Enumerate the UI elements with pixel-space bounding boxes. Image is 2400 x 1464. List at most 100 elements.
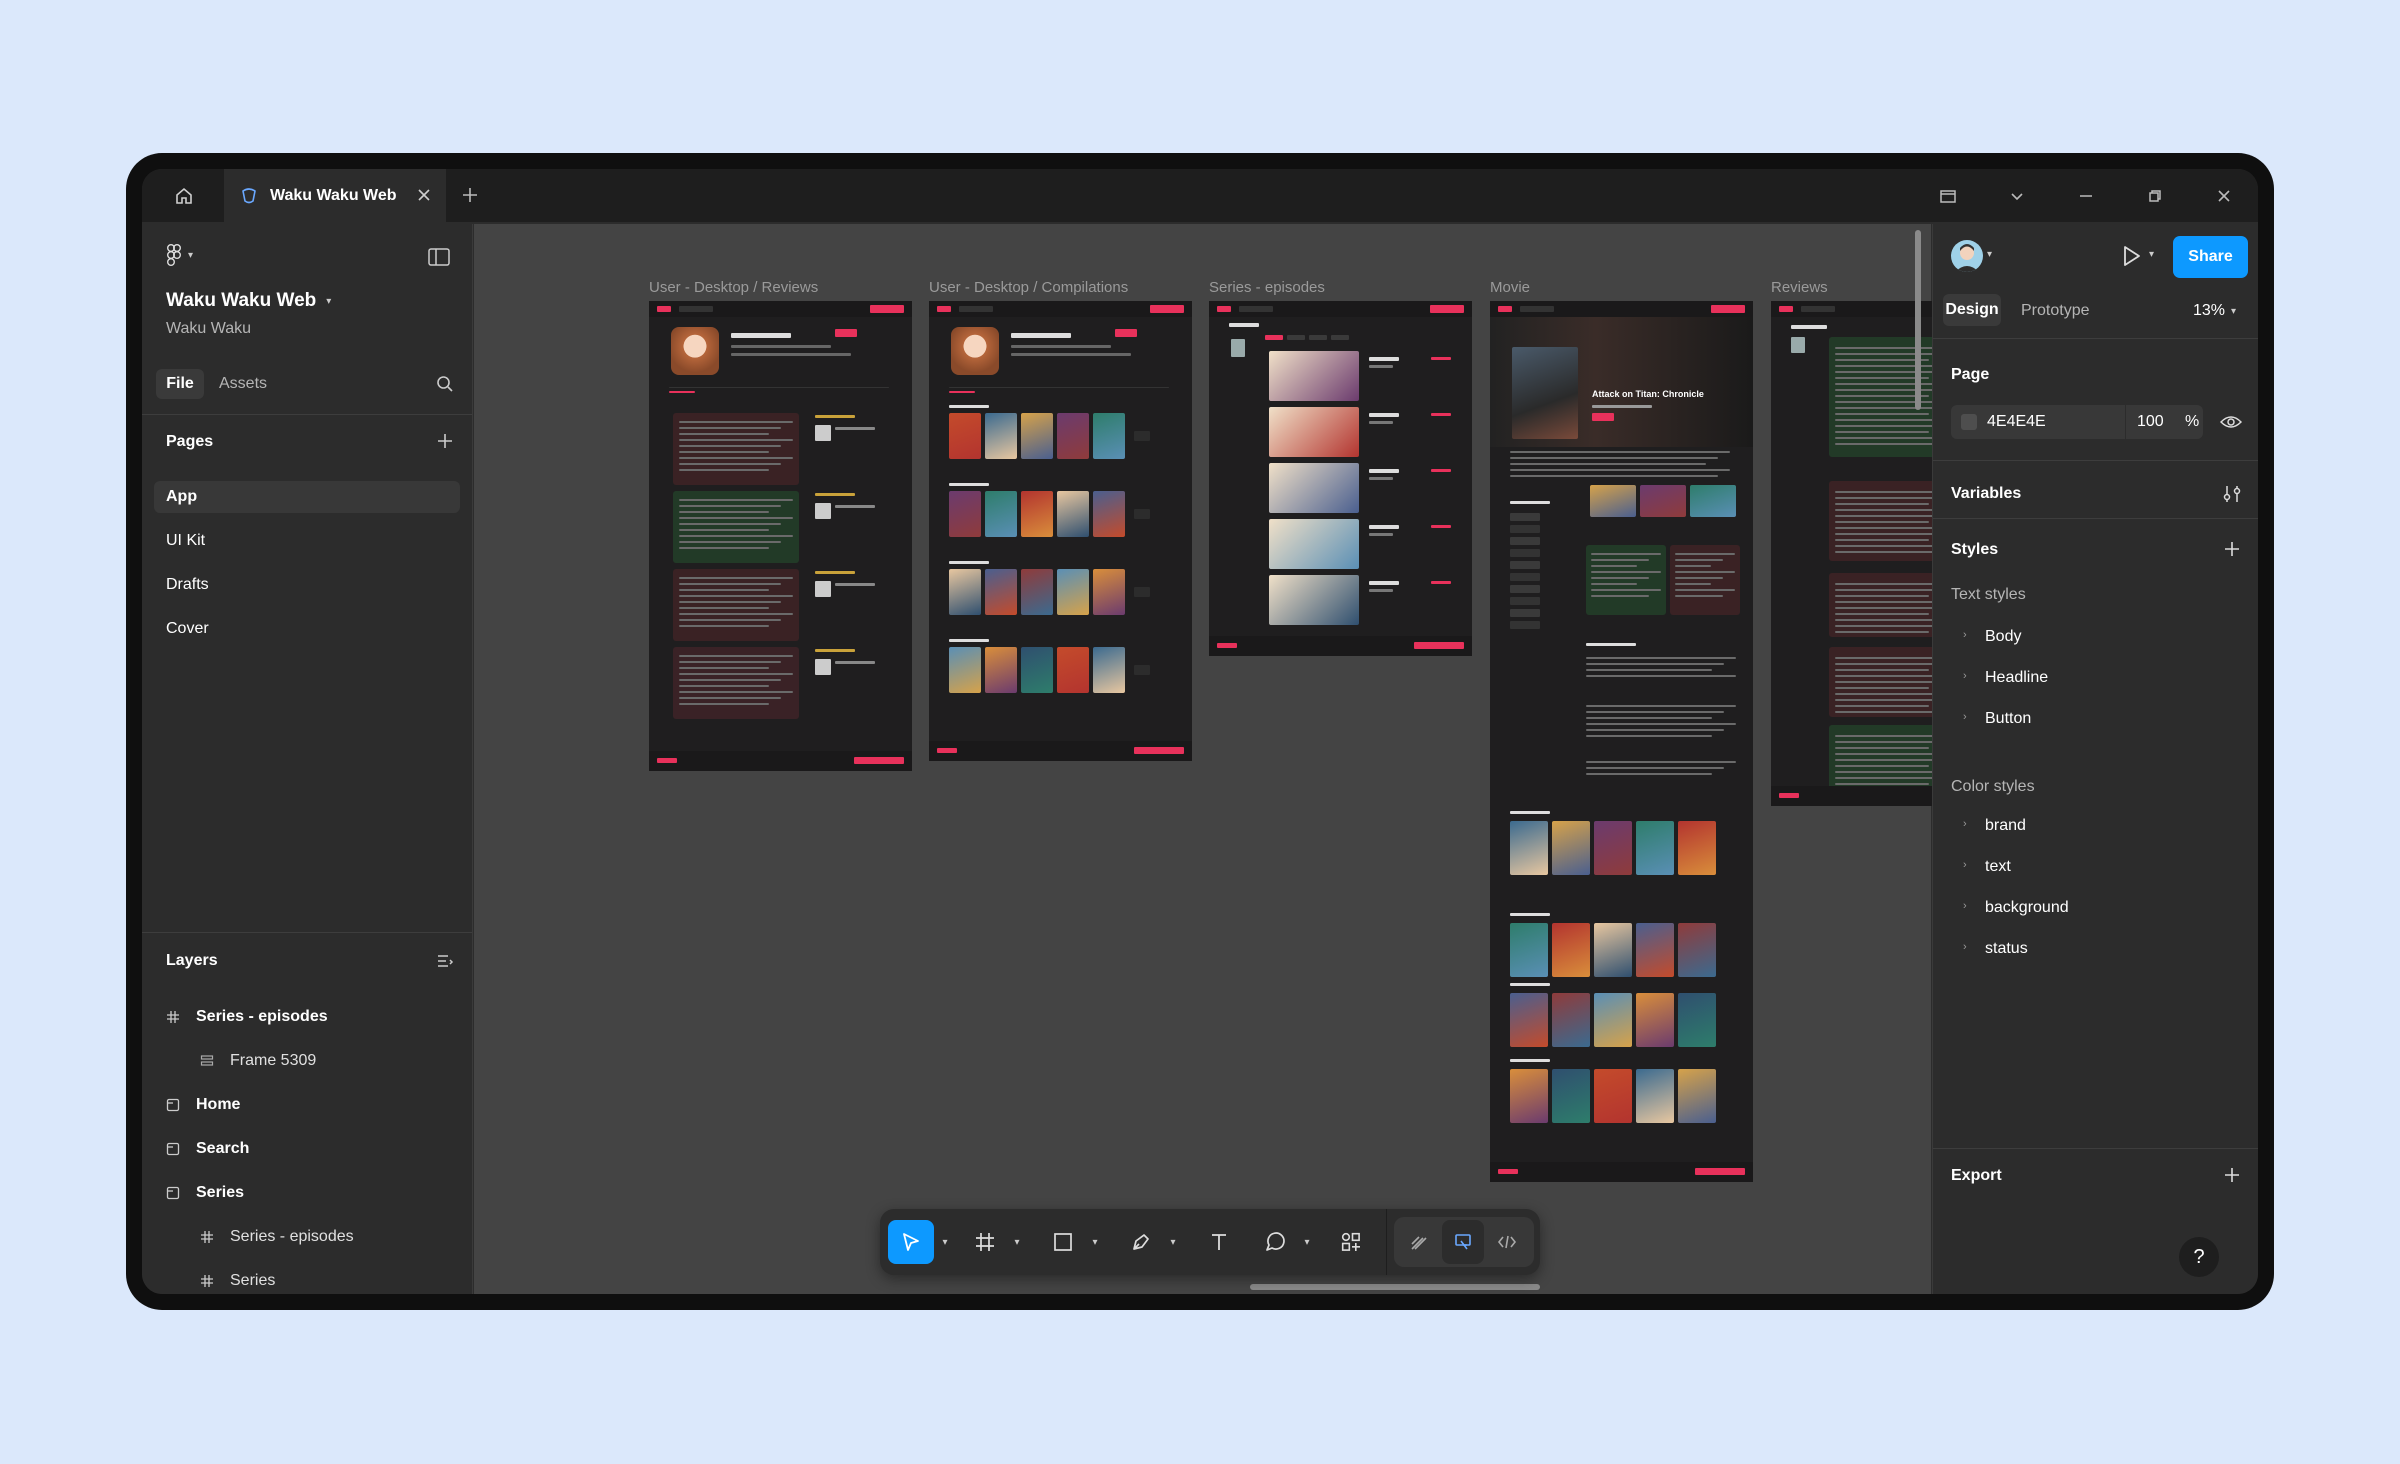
present-icon[interactable] bbox=[2119, 244, 2143, 268]
page-item-label: Drafts bbox=[166, 576, 209, 593]
add-export-icon[interactable] bbox=[2223, 1166, 2241, 1184]
window-controls bbox=[1913, 169, 2258, 223]
shape-tool-chevron[interactable]: ▾ bbox=[1086, 1220, 1104, 1264]
page-item[interactable]: Drafts bbox=[154, 569, 460, 601]
autolayout-icon bbox=[200, 1054, 214, 1068]
main-menu-button[interactable]: ▾ bbox=[166, 244, 193, 266]
close-tab-icon[interactable] bbox=[416, 187, 432, 203]
frame-tool-button[interactable] bbox=[962, 1220, 1008, 1264]
layer-item[interactable]: Series - episodes bbox=[142, 1000, 472, 1034]
comment-tool-button[interactable] bbox=[1252, 1220, 1298, 1264]
frame-episodes[interactable] bbox=[1209, 301, 1472, 656]
design-mode-button[interactable] bbox=[1442, 1220, 1484, 1264]
cast-row bbox=[1510, 597, 1540, 605]
add-page-icon[interactable] bbox=[436, 432, 454, 450]
text-tool-button[interactable] bbox=[1196, 1220, 1242, 1264]
chevron-right-icon[interactable]: › bbox=[1963, 670, 1967, 682]
text-line bbox=[679, 547, 769, 549]
frame-label[interactable]: User - Desktop / Compilations bbox=[929, 279, 1128, 296]
file-name[interactable]: Waku Waku Web ▾ bbox=[166, 290, 331, 312]
layer-item[interactable]: Series - episodes bbox=[142, 1220, 472, 1254]
layer-item[interactable]: Series bbox=[142, 1264, 472, 1294]
page-color-field[interactable]: 4E4E4E 100 % bbox=[1951, 405, 2203, 439]
home-button[interactable] bbox=[154, 169, 214, 223]
frame-label[interactable]: Movie bbox=[1490, 279, 1530, 296]
canvas[interactable]: User - Desktop / Reviews User - Desktop /… bbox=[474, 224, 2034, 1294]
layer-item-label: Series bbox=[196, 1184, 245, 1201]
page-item[interactable]: Cover bbox=[154, 613, 460, 645]
layer-item[interactable]: Search bbox=[142, 1132, 472, 1166]
field-divider bbox=[2125, 405, 2126, 439]
move-tool-button[interactable] bbox=[888, 1220, 934, 1264]
page-opacity-value[interactable]: 100 bbox=[2137, 413, 2164, 431]
style-item[interactable]: › Button bbox=[1947, 704, 2245, 734]
pen-tool-button[interactable] bbox=[1118, 1220, 1164, 1264]
vertical-scrollbar[interactable] bbox=[1915, 230, 1921, 410]
review-card bbox=[1586, 545, 1666, 615]
style-item[interactable]: › Headline bbox=[1947, 663, 2245, 693]
frame-label[interactable]: Reviews bbox=[1771, 279, 1828, 296]
page-color-swatch[interactable] bbox=[1961, 414, 1977, 430]
horizontal-scrollbar[interactable] bbox=[1250, 1284, 1540, 1290]
move-tool-chevron[interactable]: ▾ bbox=[936, 1220, 954, 1264]
frame-label[interactable]: User - Desktop / Reviews bbox=[649, 279, 818, 296]
dev-mode-button[interactable] bbox=[1486, 1220, 1528, 1264]
restore-button[interactable] bbox=[2120, 188, 2189, 204]
style-item[interactable]: › text bbox=[1947, 852, 2245, 882]
rating-stars bbox=[815, 571, 855, 574]
style-item[interactable]: › Body bbox=[1947, 622, 2245, 652]
page-item[interactable]: UI Kit bbox=[154, 525, 460, 557]
user-avatar[interactable] bbox=[1951, 240, 1983, 272]
poster-thumbnail bbox=[1093, 491, 1125, 537]
toggle-sidebar-icon[interactable] bbox=[428, 248, 450, 266]
chevron-right-icon[interactable]: › bbox=[1963, 711, 1967, 723]
frame-reviews-profile[interactable] bbox=[649, 301, 912, 771]
zoom-control[interactable]: 13% ▾ bbox=[2193, 302, 2236, 320]
chevron-right-icon[interactable]: › bbox=[1963, 900, 1967, 912]
tab-design[interactable]: Design bbox=[1943, 294, 2001, 326]
comment-tool-chevron[interactable]: ▾ bbox=[1298, 1220, 1316, 1264]
profile-meta bbox=[1011, 345, 1111, 348]
style-item[interactable]: › brand bbox=[1947, 811, 2245, 841]
page-item[interactable]: App bbox=[154, 481, 460, 513]
layer-item[interactable]: Home bbox=[142, 1088, 472, 1122]
poster-thumbnail bbox=[1636, 923, 1674, 977]
frame-compilations[interactable] bbox=[929, 301, 1192, 761]
chevron-right-icon[interactable]: › bbox=[1963, 818, 1967, 830]
tab-dropdown-button[interactable] bbox=[1982, 188, 2051, 204]
style-item[interactable]: › status bbox=[1947, 934, 2245, 964]
share-button[interactable]: Share bbox=[2173, 236, 2248, 278]
chevron-right-icon[interactable]: › bbox=[1963, 629, 1967, 641]
minimize-button[interactable] bbox=[2051, 188, 2120, 204]
search-icon[interactable] bbox=[436, 375, 454, 393]
text-line bbox=[679, 505, 781, 507]
tab-switcher-button[interactable] bbox=[1913, 188, 1982, 204]
draw-mode-button[interactable] bbox=[1398, 1220, 1440, 1264]
add-style-icon[interactable] bbox=[2223, 540, 2241, 558]
tab-assets[interactable]: Assets bbox=[219, 375, 267, 393]
frame-movie[interactable]: Attack on Titan: Chronicle bbox=[1490, 301, 1753, 1182]
pen-tool-chevron[interactable]: ▾ bbox=[1164, 1220, 1182, 1264]
layer-item[interactable]: Series bbox=[142, 1176, 472, 1210]
chevron-down-icon[interactable]: ▾ bbox=[1987, 249, 1992, 260]
style-item[interactable]: › background bbox=[1947, 893, 2245, 923]
chevron-down-icon bbox=[2010, 193, 2023, 201]
chevron-right-icon[interactable]: › bbox=[1963, 941, 1967, 953]
frame-tool-chevron[interactable]: ▾ bbox=[1008, 1220, 1026, 1264]
eye-icon[interactable] bbox=[2220, 413, 2242, 431]
new-tab-icon[interactable] bbox=[460, 185, 480, 205]
page-color-value[interactable]: 4E4E4E bbox=[1987, 413, 2046, 431]
layer-item[interactable]: Frame 5309 bbox=[142, 1044, 472, 1078]
variables-icon[interactable] bbox=[2222, 484, 2242, 504]
close-window-button[interactable] bbox=[2189, 188, 2258, 204]
shape-tool-button[interactable] bbox=[1040, 1220, 1086, 1264]
frame-label[interactable]: Series - episodes bbox=[1209, 279, 1325, 296]
tab-prototype[interactable]: Prototype bbox=[2021, 302, 2089, 320]
chevron-right-icon[interactable]: › bbox=[1963, 859, 1967, 871]
layers-options-icon[interactable] bbox=[436, 952, 454, 970]
tab-file[interactable]: File bbox=[156, 369, 204, 399]
help-button[interactable]: ? bbox=[2179, 1237, 2219, 1277]
file-tab[interactable]: Waku Waku Web bbox=[224, 169, 446, 223]
resources-tool-button[interactable] bbox=[1328, 1220, 1374, 1264]
chevron-down-icon[interactable]: ▾ bbox=[2149, 249, 2154, 260]
